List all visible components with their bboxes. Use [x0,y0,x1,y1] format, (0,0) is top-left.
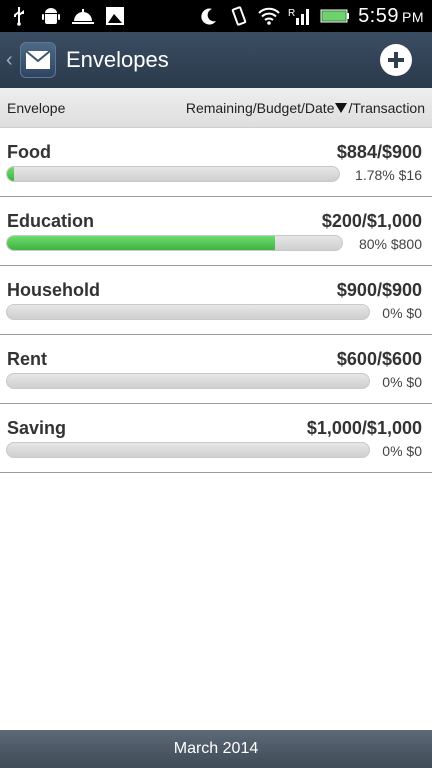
back-chevron-icon[interactable]: ‹ [6,49,16,72]
status-left-icons [8,5,126,27]
envelope-progress-bar [6,373,370,389]
envelope-amounts: $900/$900 [336,280,422,300]
signal-roaming-icon: R [288,5,312,27]
month-label: March 2014 [173,740,259,757]
envelope-amounts: $200/$1,000 [321,211,422,231]
envelope-stats: 80% $800 [358,236,422,252]
page-title: Envelopes [66,47,169,72]
envelope-amounts: $1,000/$1,000 [306,418,422,438]
column-header: Envelope Remaining/Budget/Date /Transact… [0,88,432,128]
add-envelope-button[interactable] [380,44,412,76]
envelope-progress-fill [7,236,275,250]
envelope-stats: 0% $0 [382,374,422,390]
envelope-column-label: Envelope [7,99,66,116]
envelope-progress-fill [7,167,14,181]
envelope-amounts: $600/$600 [336,349,422,369]
envelope-progress-bar [6,304,370,320]
envelope-progress-bar [6,166,340,182]
envelope-name: Household [7,280,100,300]
image-icon [104,5,126,27]
envelope-name: Rent [7,349,47,369]
envelope-stats: 1.78% $16 [355,167,422,183]
moon-icon [198,5,220,27]
envelope-row-saving[interactable]: Saving $1,000/$1,000 0% $0 [0,404,432,473]
plus-icon [388,52,404,68]
month-selector[interactable]: March 2014 [0,730,432,768]
envelope-name: Food [7,142,51,162]
envelope-row-education[interactable]: Education $200/$1,000 80% $800 [0,197,432,266]
envelope-amounts: $884/$900 [336,142,422,162]
envelope-progress-bar [6,442,370,458]
envelope-row-food[interactable]: Food $884/$900 1.78% $16 [0,128,432,197]
status-time: 5:59 PM [358,4,424,27]
envelope-name: Education [7,211,95,231]
status-bar: R 5:59 PM [0,0,432,32]
envelope-name: Saving [7,418,67,438]
envelope-row-rent[interactable]: Rent $600/$600 0% $0 [0,335,432,404]
envelope-app-icon[interactable] [20,42,56,78]
bell-icon [72,5,94,27]
status-right-icons: R 5:59 PM [198,5,424,28]
sort-column[interactable]: Remaining/Budget/Date /Transaction [186,100,425,116]
sort-desc-icon [335,102,348,113]
envelope-progress-bar [6,235,343,251]
vibrate-icon [228,5,250,27]
roaming-letter: R [288,8,295,19]
envelope-stats: 0% $0 [382,305,422,321]
usb-icon [8,5,30,27]
envelope-stats: 0% $0 [382,443,422,459]
envelope-list: Food $884/$900 1.78% $16 Education $200/… [0,128,432,473]
action-bar: ‹ Envelopes [0,32,432,88]
android-debug-icon [40,5,62,27]
wifi-icon [258,5,280,27]
sort-label-primary: Remaining/Budget/Date [185,99,335,116]
envelope-row-household[interactable]: Household $900/$900 0% $0 [0,266,432,335]
sort-label-secondary: /Transaction [348,99,425,116]
battery-icon [320,5,350,27]
